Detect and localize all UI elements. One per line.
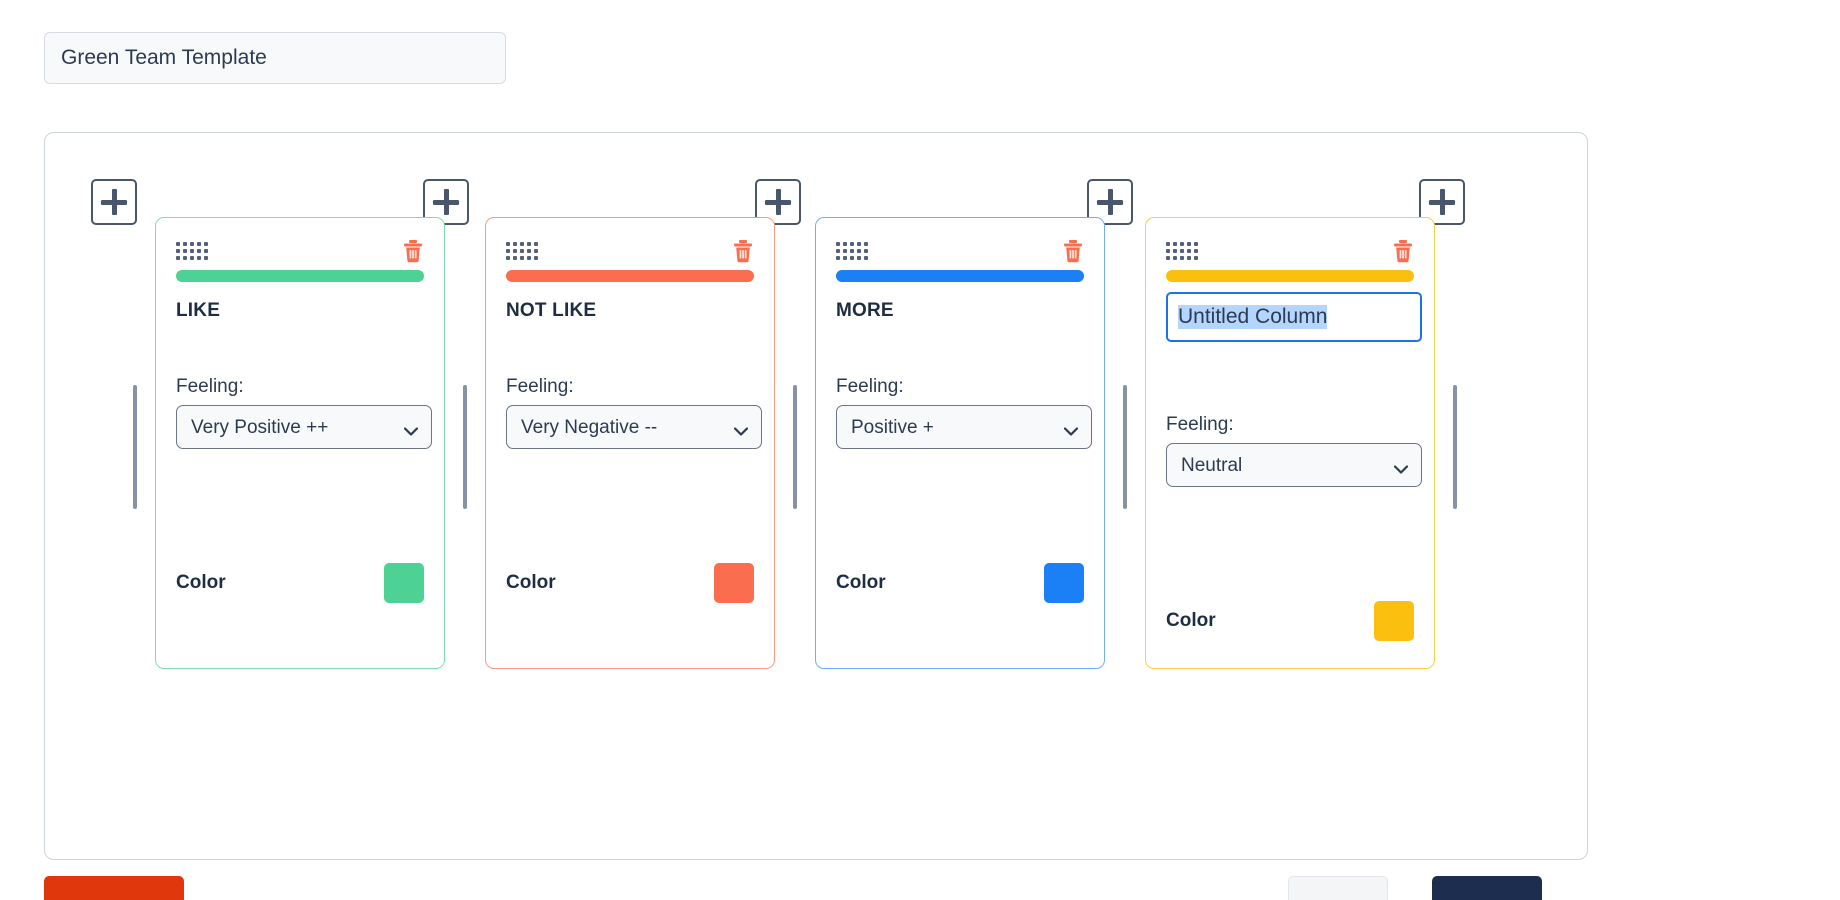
feeling-select[interactable]: Very Positive ++Positive +NeutralNegativ… xyxy=(836,405,1092,449)
feeling-field: Feeling: Very Positive ++Positive +Neutra… xyxy=(506,376,762,449)
save-button[interactable] xyxy=(1432,876,1542,900)
trash-icon[interactable] xyxy=(1062,239,1084,263)
feeling-select-wrapper: Very Positive ++Positive +NeutralNegativ… xyxy=(1166,443,1422,487)
feeling-select[interactable]: Very Positive ++Positive +NeutralNegativ… xyxy=(506,405,762,449)
column-card: Feeling: Very Positive ++Positive +Neutra… xyxy=(1145,217,1435,669)
feeling-label: Feeling: xyxy=(506,376,574,397)
column-color-bar xyxy=(176,270,424,282)
cancel-button[interactable] xyxy=(1288,876,1388,900)
column-card: MORE Feeling: Very Positive ++Positive +Ne… xyxy=(815,217,1105,669)
column-title[interactable]: LIKE xyxy=(176,300,424,322)
feeling-select-wrapper: Very Positive ++Positive +NeutralNegativ… xyxy=(176,405,432,449)
plus-icon xyxy=(1429,199,1455,205)
column-drag-divider[interactable] xyxy=(133,385,137,509)
trash-icon[interactable] xyxy=(402,239,424,263)
feeling-select[interactable]: Very Positive ++Positive +NeutralNegativ… xyxy=(176,405,432,449)
template-name-input[interactable] xyxy=(44,32,506,84)
color-label: Color xyxy=(176,572,226,593)
column-title[interactable]: NOT LIKE xyxy=(506,300,754,322)
feeling-label: Feeling: xyxy=(836,376,904,397)
drag-handle-icon[interactable] xyxy=(1166,242,1198,260)
color-field: Color xyxy=(176,563,424,603)
column-drag-divider[interactable] xyxy=(1453,385,1457,509)
column-card: LIKE Feeling: Very Positive ++Positive +Ne… xyxy=(155,217,445,669)
delete-template-button[interactable] xyxy=(44,876,184,900)
trash-icon[interactable] xyxy=(1392,239,1414,263)
plus-icon xyxy=(101,199,127,205)
color-label: Color xyxy=(506,572,556,593)
feeling-select-wrapper: Very Positive ++Positive +NeutralNegativ… xyxy=(506,405,762,449)
columns-track: LIKE Feeling: Very Positive ++Positive +Ne… xyxy=(45,217,1587,737)
color-field: Color xyxy=(506,563,754,603)
column-color-bar xyxy=(836,270,1084,282)
feeling-select-wrapper: Very Positive ++Positive +NeutralNegativ… xyxy=(836,405,1092,449)
column-drag-divider[interactable] xyxy=(463,385,467,509)
color-label: Color xyxy=(1166,610,1216,631)
feeling-field: Feeling: Very Positive ++Positive +Neutra… xyxy=(1166,414,1422,487)
plus-icon xyxy=(765,199,791,205)
feeling-field: Feeling: Very Positive ++Positive +Neutra… xyxy=(836,376,1092,449)
column-card-header xyxy=(176,236,424,266)
column-card: NOT LIKE Feeling: Very Positive ++Positive… xyxy=(485,217,775,669)
color-field: Color xyxy=(836,563,1084,603)
column-title-input[interactable] xyxy=(1166,292,1422,342)
drag-handle-icon[interactable] xyxy=(836,242,868,260)
trash-icon[interactable] xyxy=(732,239,754,263)
column-card-header xyxy=(506,236,754,266)
color-label: Color xyxy=(836,572,886,593)
drag-handle-icon[interactable] xyxy=(176,242,208,260)
template-editor-page: LIKE Feeling: Very Positive ++Positive +Ne… xyxy=(0,0,1840,900)
plus-icon xyxy=(433,199,459,205)
color-swatch[interactable] xyxy=(1044,563,1084,603)
plus-icon xyxy=(1097,199,1123,205)
column-color-bar xyxy=(1166,270,1414,282)
column-card-header xyxy=(1166,236,1414,266)
template-name-field-wrapper xyxy=(44,32,506,84)
feeling-label: Feeling: xyxy=(1166,414,1234,435)
column-card-header xyxy=(836,236,1084,266)
column-color-bar xyxy=(506,270,754,282)
drag-handle-icon[interactable] xyxy=(506,242,538,260)
feeling-field: Feeling: Very Positive ++Positive +Neutra… xyxy=(176,376,432,449)
column-title[interactable]: MORE xyxy=(836,300,1084,322)
feeling-select[interactable]: Very Positive ++Positive +NeutralNegativ… xyxy=(1166,443,1422,487)
color-swatch[interactable] xyxy=(714,563,754,603)
color-swatch[interactable] xyxy=(1374,601,1414,641)
color-swatch[interactable] xyxy=(384,563,424,603)
color-field: Color xyxy=(1166,601,1414,641)
column-drag-divider[interactable] xyxy=(1123,385,1127,509)
feeling-label: Feeling: xyxy=(176,376,244,397)
column-drag-divider[interactable] xyxy=(793,385,797,509)
columns-board: LIKE Feeling: Very Positive ++Positive +Ne… xyxy=(44,132,1588,860)
